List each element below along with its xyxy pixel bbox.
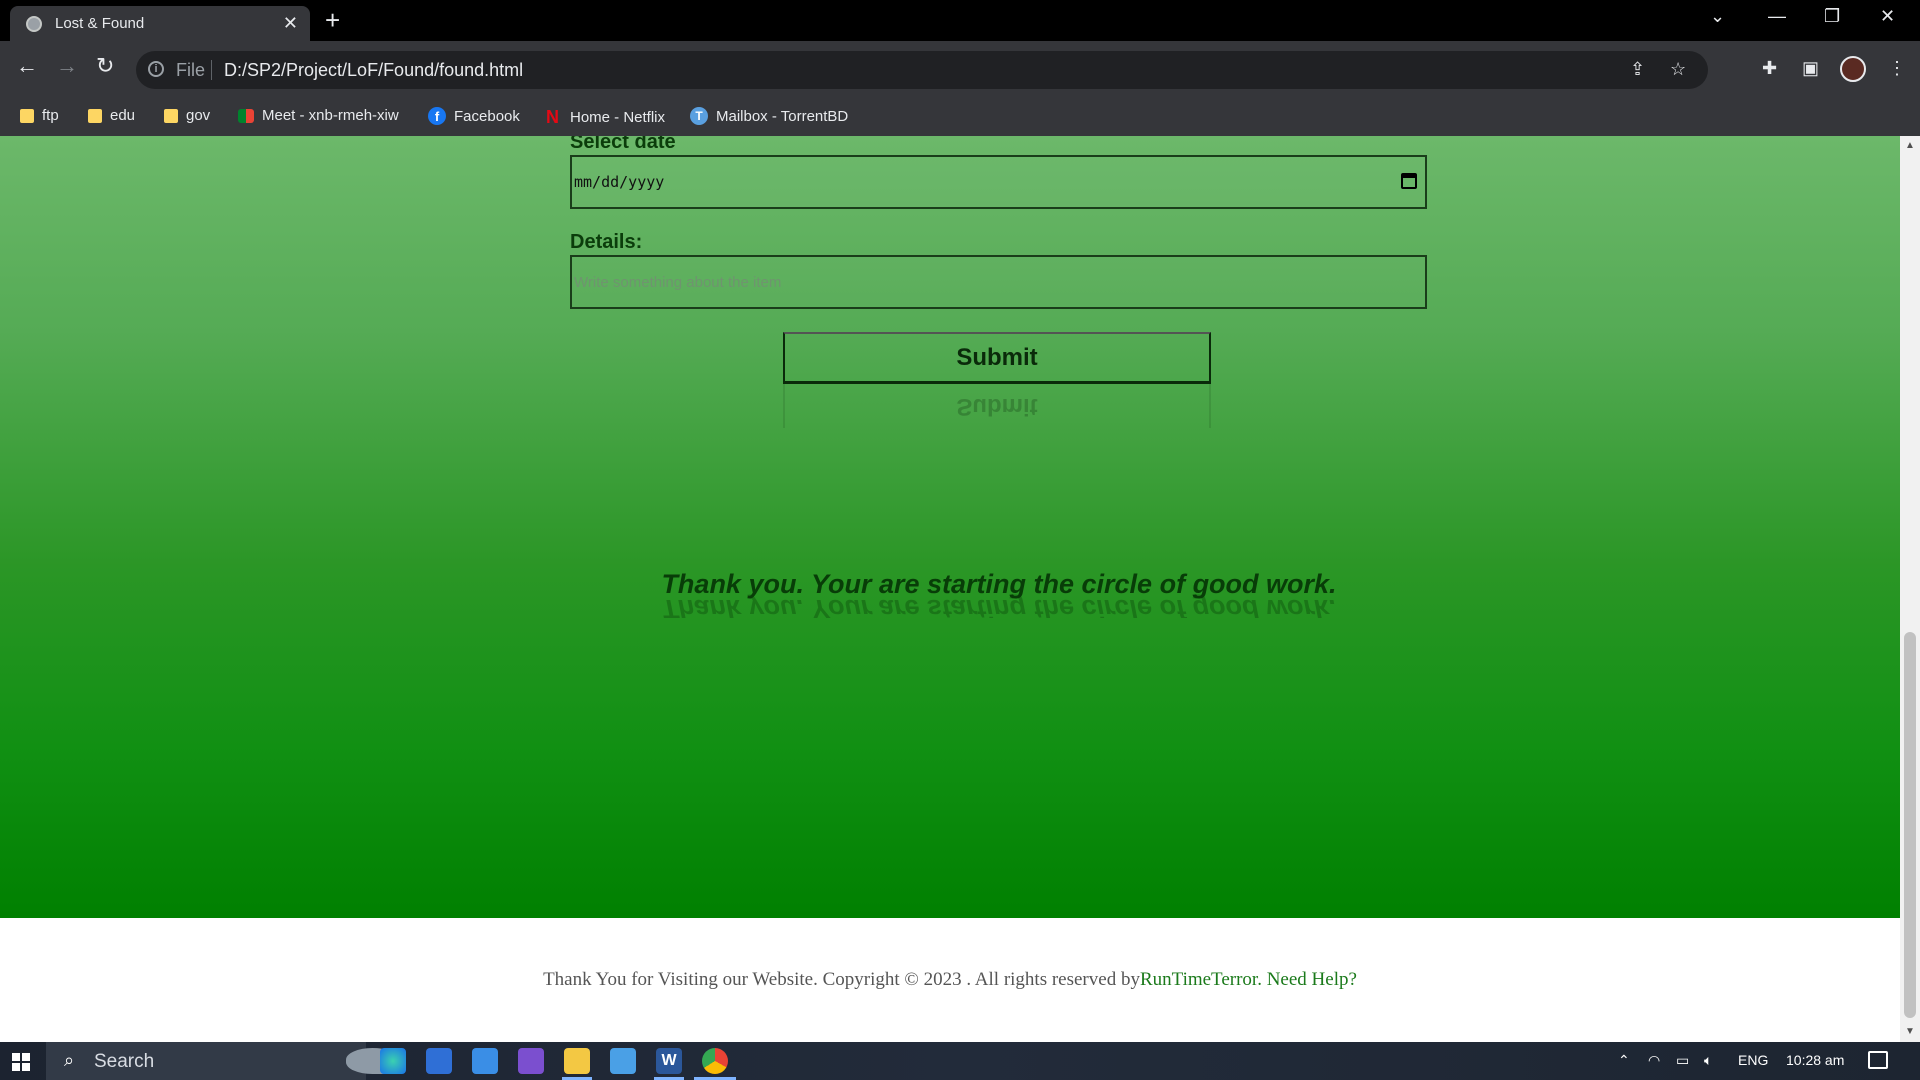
date-placeholder: mm/dd/yyyy (574, 173, 665, 191)
scroll-down-arrow-icon[interactable]: ▼ (1905, 1026, 1915, 1037)
bookmark-gov[interactable]: gov (164, 107, 210, 124)
remote-desktop-icon[interactable] (610, 1048, 636, 1074)
details-placeholder: Write something about the item (574, 274, 782, 291)
copyright-text: Thank You for Visiting our Website. Copy… (543, 969, 1140, 990)
tab-search-icon[interactable]: ⌄ (1710, 6, 1725, 27)
menu-kebab-icon[interactable]: ⋮ (1888, 58, 1906, 79)
battery-icon[interactable]: ▭ (1676, 1052, 1689, 1069)
browser-toolbar: ← → ↻ i File D:/SP2/Project/LoF/Found/fo… (0, 41, 1920, 98)
scrollbar-thumb[interactable] (1904, 632, 1916, 1018)
search-placeholder: Search (94, 1051, 155, 1072)
edge-icon[interactable] (380, 1048, 406, 1074)
found-form-section: Select date mm/dd/yyyy Details: Write so… (0, 136, 1900, 918)
bookmark-netflix[interactable]: N Home - Netflix (546, 107, 665, 128)
profile-avatar[interactable] (1840, 56, 1866, 82)
folder-icon (20, 108, 34, 123)
folder-icon (88, 108, 102, 123)
bookmark-meet[interactable]: Meet - xnb-rmeh-xiw (238, 107, 399, 124)
details-input[interactable]: Write something about the item (570, 255, 1427, 309)
bookmark-star-icon[interactable]: ☆ (1670, 59, 1686, 80)
volume-icon[interactable]: 🔈︎ (1704, 1052, 1712, 1069)
bookmark-edu[interactable]: edu (88, 107, 135, 124)
visual-studio-icon[interactable] (518, 1048, 544, 1074)
omnibox-divider (211, 60, 212, 80)
forward-button[interactable]: → (56, 53, 78, 79)
footer-text: Thank You for Visiting our Website. Copy… (0, 969, 1900, 991)
search-icon: ⌕ (64, 1050, 75, 1070)
share-icon[interactable]: ⇪ (1630, 59, 1645, 80)
submit-button[interactable]: Submit (783, 332, 1211, 384)
bookmark-ftp[interactable]: ftp (20, 107, 59, 124)
taskbar-search-box[interactable]: ⌕ Search (46, 1042, 404, 1080)
select-date-label: Select date (570, 136, 676, 153)
file-explorer-icon[interactable] (564, 1048, 590, 1074)
windows-taskbar: ⌕ Search W ⌃ ◠ ▭ 🔈︎ ENG 10:28 am (0, 1042, 1920, 1080)
bookmark-facebook[interactable]: f Facebook (428, 107, 520, 125)
bookmark-label: Mailbox - TorrentBD (716, 107, 849, 125)
folder-icon (164, 108, 178, 123)
bookmark-label: edu (110, 107, 136, 124)
extensions-icon[interactable]: ✚ (1762, 58, 1777, 79)
details-label: Details: (570, 231, 643, 253)
bookmark-label: Facebook (454, 107, 520, 125)
runtimeterror-link[interactable]: RunTimeTerror. (1140, 969, 1262, 990)
calendar-icon[interactable] (1401, 173, 1417, 189)
close-tab-icon[interactable]: ✕ (283, 13, 298, 34)
bookmark-label: Meet - xnb-rmeh-xiw (262, 107, 399, 124)
file-scheme-label: File (176, 60, 206, 80)
tab-lost-found[interactable]: Lost & Found ✕ (10, 6, 310, 41)
need-help-link[interactable]: Need Help? (1267, 969, 1357, 990)
windows-start-icon[interactable] (12, 1053, 30, 1071)
address-bar[interactable]: i File D:/SP2/Project/LoF/Found/found.ht… (136, 51, 1708, 89)
clock[interactable]: 10:28 am (1786, 1052, 1844, 1068)
word-icon[interactable]: W (656, 1048, 682, 1074)
torrentbd-icon: T (690, 107, 708, 125)
page-viewport: Select date mm/dd/yyyy Details: Write so… (0, 136, 1920, 1042)
language-indicator[interactable]: ENG (1738, 1052, 1768, 1068)
restore-button[interactable]: ❐ (1824, 6, 1840, 27)
back-button[interactable]: ← (16, 53, 38, 79)
tab-strip: Lost & Found ✕ + ⌄ — ❐ ✕ (0, 0, 1920, 41)
close-window-button[interactable]: ✕ (1880, 6, 1895, 27)
minimize-button[interactable]: — (1768, 6, 1786, 27)
submit-button-reflection: Submit (783, 384, 1211, 428)
bookmark-label: ftp (42, 107, 59, 124)
mail-icon[interactable] (472, 1048, 498, 1074)
chrome-icon[interactable] (702, 1048, 728, 1074)
globe-icon (26, 16, 42, 32)
reload-button[interactable]: ↻ (96, 53, 114, 79)
bookmark-label: Home - Netflix (570, 109, 666, 126)
new-tab-button[interactable]: + (325, 6, 340, 34)
google-meet-icon (238, 108, 254, 123)
wifi-icon[interactable]: ◠ (1648, 1052, 1660, 1069)
info-icon[interactable]: i (148, 61, 164, 77)
facebook-icon: f (428, 107, 446, 125)
scroll-up-arrow-icon[interactable]: ▲ (1905, 140, 1915, 151)
thank-you-reflection: Thank you. Your are starting the circle … (661, 594, 1337, 618)
show-hidden-icons-chevron-icon[interactable]: ⌃ (1618, 1052, 1630, 1069)
date-input[interactable]: mm/dd/yyyy (570, 155, 1427, 209)
bookmark-label: gov (186, 107, 211, 124)
side-panel-icon[interactable]: ▣ (1802, 58, 1819, 79)
tab-title: Lost & Found (55, 15, 145, 32)
netflix-icon: N (546, 107, 559, 127)
notification-center-icon[interactable] (1868, 1051, 1888, 1069)
url-text[interactable]: D:/SP2/Project/LoF/Found/found.html (224, 60, 523, 81)
microsoft-store-icon[interactable] (426, 1048, 452, 1074)
bookmark-torrentbd[interactable]: T Mailbox - TorrentBD (690, 107, 848, 125)
bookmarks-bar: ftp edu gov Meet - xnb-rmeh-xiw f Facebo… (0, 98, 1920, 136)
page-scrollbar[interactable]: ▲ ▼ (1900, 136, 1920, 1042)
